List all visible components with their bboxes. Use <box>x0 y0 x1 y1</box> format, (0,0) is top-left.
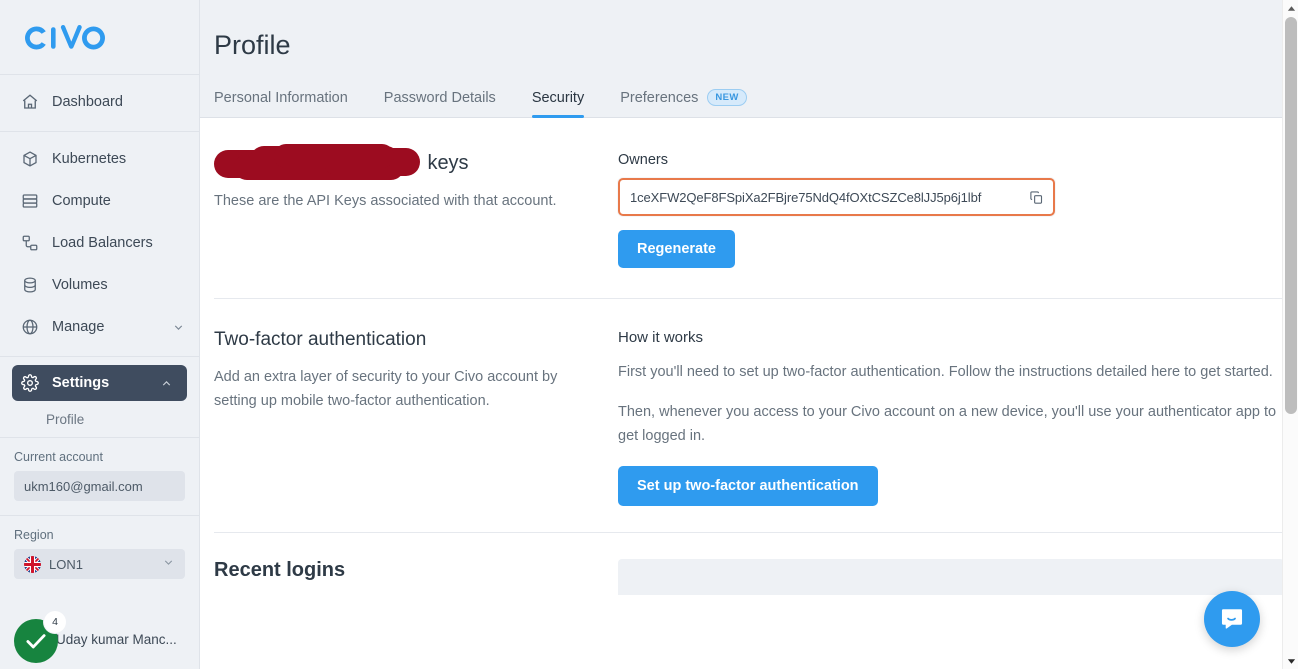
tab-label: Personal Information <box>214 90 348 106</box>
sidebar-item-label: Manage <box>52 319 105 335</box>
new-badge: NEW <box>707 89 747 106</box>
security-content: XXXXXXXXXXXXXXXXkeys These are the API <box>200 118 1298 533</box>
two-factor-how-it-works: How it works First you'll need to set up… <box>618 329 1284 506</box>
two-factor-info: Two-factor authentication Add an extra l… <box>214 329 618 506</box>
region-label: Region <box>14 528 54 542</box>
region-value: LON1 <box>49 556 83 572</box>
cube-icon <box>20 149 40 169</box>
copy-icon[interactable] <box>1029 190 1044 205</box>
check-icon <box>26 634 46 649</box>
tab-password-details[interactable]: Password Details <box>384 90 496 117</box>
sidebar-item-manage[interactable]: Manage <box>0 306 199 348</box>
api-keys-heading: XXXXXXXXXXXXXXXXkeys <box>214 144 592 180</box>
two-factor-section: Two-factor authentication Add an extra l… <box>214 299 1284 533</box>
sidebar-item-load-balancers[interactable]: Load Balancers <box>0 222 199 264</box>
sidebar-item-dashboard[interactable]: Dashboard <box>0 81 199 123</box>
current-account-email: ukm160@gmail.com <box>24 478 143 494</box>
sidebar-nav-services: Kubernetes Compute Load Balancers Volume… <box>0 132 199 348</box>
two-factor-heading: Two-factor authentication <box>214 329 427 350</box>
api-keys-info: XXXXXXXXXXXXXXXXkeys These are the API <box>214 144 618 268</box>
chat-widget-button[interactable] <box>1204 591 1260 647</box>
profile-tabs: Personal Information Password Details Se… <box>200 89 1298 118</box>
how-it-works-paragraph-1: First you'll need to set up two-factor a… <box>618 364 1273 380</box>
two-factor-description: Add an extra layer of security to your C… <box>214 369 558 409</box>
chat-bubble-icon <box>1221 609 1243 629</box>
uk-flag-icon <box>24 555 41 573</box>
recent-logins-row: Recent logins <box>214 559 1284 595</box>
civo-logo-icon <box>25 24 105 50</box>
sidebar-divider <box>0 356 199 357</box>
api-keys-description: These are the API Keys associated with t… <box>214 193 557 209</box>
sidebar-user-name: Uday kumar Manc... <box>56 632 177 647</box>
recent-logins-table-header <box>618 559 1284 595</box>
sidebar-item-label: Volumes <box>52 277 108 293</box>
regenerate-button[interactable]: Regenerate <box>618 230 735 268</box>
server-icon <box>20 191 40 211</box>
tab-label: Preferences <box>620 89 699 106</box>
sidebar-subitem-profile[interactable]: Profile <box>0 401 199 437</box>
sidebar-item-settings[interactable]: Settings <box>12 365 187 401</box>
api-keys-controls: Owners 1ceXFW2QeF8FSpiXa2FBjre75NdQ4fOXt… <box>618 152 1284 268</box>
owners-label: Owners <box>618 152 668 168</box>
sidebar-item-label: Settings <box>52 375 110 391</box>
api-keys-section: XXXXXXXXXXXXXXXXkeys These are the API <box>214 118 1284 299</box>
setup-two-factor-button[interactable]: Set up two-factor authentication <box>618 466 878 506</box>
sidebar-divider <box>0 74 199 75</box>
database-icon <box>20 275 40 295</box>
sidebar-item-compute[interactable]: Compute <box>0 180 199 222</box>
notification-count-badge[interactable]: 4 <box>44 611 66 633</box>
sidebar: Dashboard Kubernetes Compute Load Balanc… <box>0 0 200 669</box>
how-it-works-heading: How it works <box>618 329 704 346</box>
how-it-works-paragraph-2: Then, whenever you access to your Civo a… <box>618 404 1277 444</box>
notification-count: 4 <box>52 616 58 628</box>
tab-security[interactable]: Security <box>531 90 585 118</box>
main-content: Profile Personal Information Password De… <box>200 0 1298 669</box>
globe-icon <box>20 317 40 337</box>
sidebar-item-label: Dashboard <box>52 94 123 110</box>
scrollbar-thumb[interactable] <box>1285 17 1297 414</box>
recent-logins-heading: Recent logins <box>214 559 346 581</box>
home-icon <box>20 92 40 112</box>
region-block: Region LON1 <box>0 516 199 593</box>
recent-logins-section: Recent logins <box>200 533 1298 595</box>
current-account-block: Current account ukm160@gmail.com <box>0 438 199 515</box>
sidebar-item-label: Compute <box>52 193 111 209</box>
sidebar-item-volumes[interactable]: Volumes <box>0 264 199 306</box>
api-key-value: 1ceXFW2QeF8FSpiXa2FBjre75NdQ4fOXtCSZCe8l… <box>630 189 982 205</box>
current-account-value[interactable]: ukm160@gmail.com <box>14 471 185 501</box>
region-selector[interactable]: LON1 <box>14 549 185 579</box>
api-keys-heading-suffix: keys <box>427 152 469 174</box>
sidebar-item-label: Kubernetes <box>52 151 127 167</box>
sidebar-subitem-label: Profile <box>46 411 85 427</box>
current-account-label: Current account <box>14 450 103 464</box>
page-scrollbar[interactable] <box>1282 0 1298 669</box>
redaction-overlay <box>214 144 420 180</box>
caret-up-icon <box>1287 5 1295 11</box>
api-key-input[interactable]: 1ceXFW2QeF8FSpiXa2FBjre75NdQ4fOXtCSZCe8l… <box>618 178 1055 216</box>
scroll-up-button[interactable] <box>1283 0 1298 16</box>
tab-label: Password Details <box>383 90 496 106</box>
chevron-down-icon <box>162 556 175 572</box>
sidebar-nav-primary: Dashboard <box>0 81 199 123</box>
gear-icon <box>20 373 40 393</box>
tab-preferences[interactable]: Preferences NEW <box>620 89 747 117</box>
sidebar-item-kubernetes[interactable]: Kubernetes <box>0 138 199 180</box>
caret-down-icon <box>1287 658 1295 664</box>
app-window: Dashboard Kubernetes Compute Load Balanc… <box>0 0 1298 669</box>
tab-label: Security <box>531 90 585 106</box>
tab-personal-information[interactable]: Personal Information <box>214 90 348 117</box>
page-title: Profile <box>214 30 291 60</box>
page-header: Profile Personal Information Password De… <box>200 0 1298 118</box>
sidebar-item-label: Load Balancers <box>52 235 153 251</box>
scroll-down-button[interactable] <box>1283 653 1298 669</box>
civo-logo[interactable] <box>0 0 199 74</box>
load-balancer-icon <box>20 233 40 253</box>
chevron-up-icon <box>160 377 173 390</box>
chevron-down-icon <box>172 321 185 334</box>
